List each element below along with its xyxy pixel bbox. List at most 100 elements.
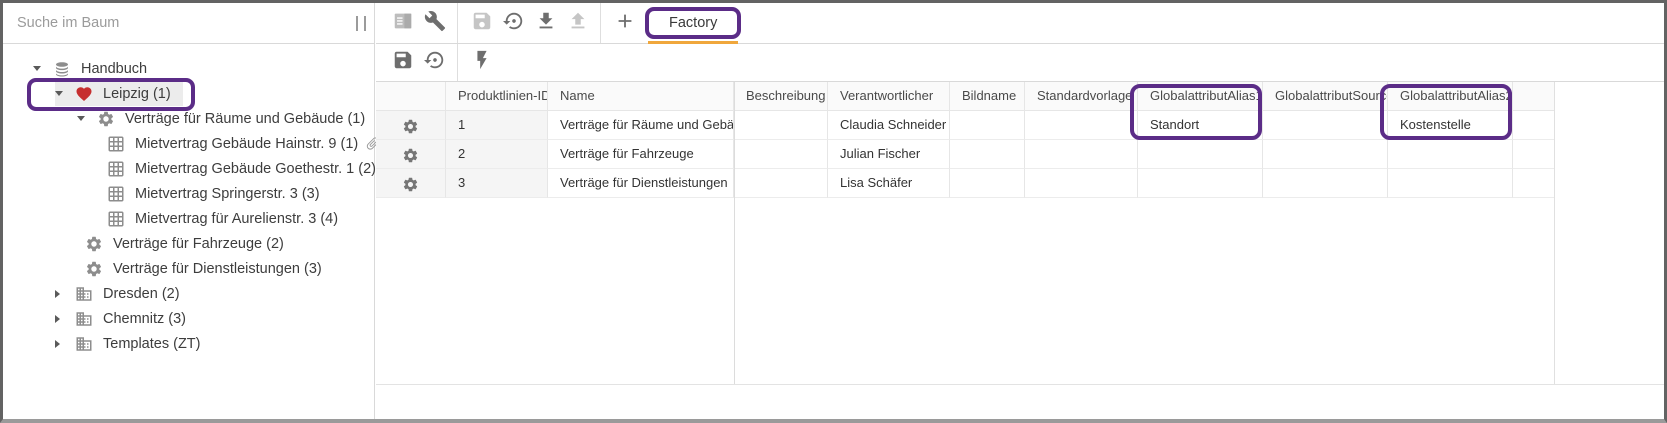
wrench-icon <box>424 10 446 37</box>
grid-header-beschreibung[interactable]: Beschreibung <box>734 82 828 111</box>
download-icon <box>535 10 557 37</box>
download-button[interactable] <box>534 11 558 35</box>
tree-item-content: Chemnitz (3) <box>55 306 186 331</box>
cell-beschreibung[interactable] <box>734 140 828 169</box>
cell-standardvorlage[interactable] <box>1025 140 1138 169</box>
cell-beschreibung[interactable] <box>734 169 828 198</box>
tree-item[interactable]: Templates (ZT) <box>3 331 374 356</box>
splitter-handle[interactable] <box>356 16 366 31</box>
restore-button[interactable] <box>502 11 526 35</box>
grid-save-button[interactable] <box>391 51 415 75</box>
grid-header-alias1[interactable]: GlobalattributAlias1 <box>1138 82 1263 111</box>
grid-header-filler <box>1513 82 1555 111</box>
cell-id[interactable]: 3 <box>446 169 548 198</box>
tree-item-label: Mietvertrag Springerstr. 3 (3) <box>135 186 320 202</box>
search-input[interactable] <box>3 15 374 31</box>
grid-header-name[interactable]: Name <box>548 82 734 111</box>
tree-item[interactable]: Mietvertrag Gebäude Goethestr. 1 (2) <box>3 156 374 181</box>
cell-source[interactable] <box>1263 111 1388 140</box>
grid-header-id[interactable]: Produktlinien-ID <box>446 82 548 111</box>
tree-item-label: Leipzig (1) <box>103 86 171 102</box>
table-row[interactable]: 3Verträge für Dienstleistungen Lisa Schäf… <box>376 169 1555 198</box>
tree-item[interactable]: Mietvertrag Springerstr. 3 (3) <box>3 181 374 206</box>
table-row[interactable]: 2Verträge für Fahrzeuge Julian Fischer <box>376 140 1555 169</box>
grid-header-standardvorlage[interactable]: Standardvorlage <box>1025 82 1138 111</box>
tree-item[interactable]: Verträge für Räume und Gebäude (1) <box>3 106 374 131</box>
cell-id[interactable]: 1 <box>446 111 548 140</box>
cell-verantwortlicher[interactable]: Julian Fischer <box>828 140 950 169</box>
toolbar-separator <box>600 3 601 43</box>
add-tab-button[interactable] <box>613 11 637 35</box>
upload-button[interactable] <box>566 11 590 35</box>
tree-item[interactable]: Mietvertrag für Aurelienstr. 3 (4) <box>3 206 374 231</box>
tree-item[interactable]: Verträge für Dienstleistungen (3) <box>3 256 374 281</box>
row-action-cell <box>376 111 446 140</box>
chevron-down-icon[interactable] <box>55 91 75 96</box>
cell-alias2[interactable] <box>1388 169 1513 198</box>
cell-name[interactable]: Verträge für Räume und Gebäude <box>548 111 734 140</box>
history-icon <box>424 49 446 76</box>
tree-item[interactable]: Mietvertrag Gebäude Hainstr. 9 (1) <box>3 131 374 156</box>
cell-standardvorlage[interactable] <box>1025 111 1138 140</box>
chevron-right-icon[interactable] <box>55 315 75 323</box>
cell-name[interactable]: Verträge für Fahrzeuge <box>548 140 734 169</box>
grid-flash-button[interactable] <box>470 51 494 75</box>
cell-verantwortlicher[interactable]: Claudia Schneider <box>828 111 950 140</box>
toolbar-separator <box>457 3 458 43</box>
cell-bildname[interactable] <box>950 140 1025 169</box>
cell-source[interactable] <box>1263 140 1388 169</box>
grid-header-action-cell <box>376 82 446 111</box>
chevron-right-icon[interactable] <box>55 340 75 348</box>
grid-header-verantwortlicher[interactable]: Verantwortlicher <box>828 82 950 111</box>
row-gear-icon[interactable] <box>402 146 419 163</box>
tree-item[interactable]: Handbuch <box>3 56 374 81</box>
chevron-down-icon[interactable] <box>77 116 97 121</box>
form-view-button[interactable] <box>391 11 415 35</box>
navigation-tree: Handbuch Leipzig (1) Verträge für Räume un… <box>3 44 374 356</box>
row-gear-icon[interactable] <box>402 117 419 134</box>
cell-bildname[interactable] <box>950 169 1025 198</box>
chevron-right-icon[interactable] <box>55 290 75 298</box>
cell-standardvorlage[interactable] <box>1025 169 1138 198</box>
tab-factory[interactable]: Factory <box>645 7 741 39</box>
cell-alias1[interactable] <box>1138 140 1263 169</box>
chevron-down-icon[interactable] <box>33 66 53 71</box>
grid-header-bildname[interactable]: Bildname <box>950 82 1025 111</box>
row-action-cell <box>376 140 446 169</box>
cell-name[interactable]: Verträge für Dienstleistungen <box>548 169 734 198</box>
table-row[interactable]: 1Verträge für Räume und Gebäude Claudia S… <box>376 111 1555 140</box>
tree-item-content: Verträge für Dienstleistungen (3) <box>85 256 322 281</box>
cell-verantwortlicher[interactable]: Lisa Schäfer <box>828 169 950 198</box>
tree-item[interactable]: Dresden (2) <box>3 281 374 306</box>
save-icon <box>471 10 493 37</box>
table-icon <box>107 135 125 153</box>
configure-button[interactable] <box>423 11 447 35</box>
cell-alias2[interactable] <box>1388 140 1513 169</box>
tree-item[interactable]: Chemnitz (3) <box>3 306 374 331</box>
cell-alias1[interactable] <box>1138 169 1263 198</box>
tree-item[interactable]: Leipzig (1) <box>3 81 374 106</box>
table-icon <box>107 185 125 203</box>
row-action-cell <box>376 169 446 198</box>
grid-restore-button[interactable] <box>423 51 447 75</box>
cell-beschreibung[interactable] <box>734 111 828 140</box>
cell-alias1[interactable]: Standort <box>1138 111 1263 140</box>
tree-item-content: Verträge für Fahrzeuge (2) <box>85 231 284 256</box>
cell-source[interactable] <box>1263 169 1388 198</box>
save-button[interactable] <box>470 11 494 35</box>
tree-item-content: Mietvertrag Gebäude Goethestr. 1 (2) <box>107 156 376 181</box>
cell-id[interactable]: 2 <box>446 140 548 169</box>
tree-item-content: Dresden (2) <box>55 281 180 306</box>
cell-alias2[interactable]: Kostenstelle <box>1388 111 1513 140</box>
tree-item-content: Mietvertrag Gebäude Hainstr. 9 (1) <box>107 131 380 156</box>
grid-header-source[interactable]: GlobalattributSource <box>1263 82 1388 111</box>
cell-bildname[interactable] <box>950 111 1025 140</box>
building-icon <box>75 310 93 328</box>
row-gear-icon[interactable] <box>402 175 419 192</box>
row-filler <box>1513 140 1555 169</box>
app-window: Handbuch Leipzig (1) Verträge für Räume un… <box>0 0 1667 423</box>
plus-icon <box>614 10 636 37</box>
grid-header-alias2[interactable]: GlobalattributAlias2 <box>1388 82 1513 111</box>
database-icon <box>53 60 71 78</box>
tree-item[interactable]: Verträge für Fahrzeuge (2) <box>3 231 374 256</box>
